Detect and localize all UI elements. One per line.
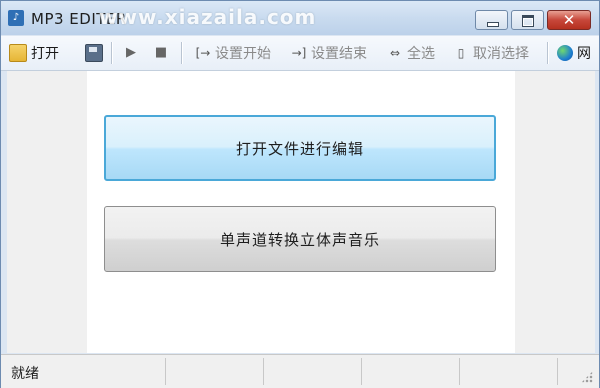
set-start-button[interactable]: [→ 设置开始 bbox=[195, 40, 271, 66]
stop-icon: ■ bbox=[154, 45, 168, 60]
music-note-icon: ♪ bbox=[8, 10, 24, 26]
select-all-icon: ⇔ bbox=[389, 46, 401, 60]
status-bar: 就绪 bbox=[1, 354, 599, 388]
cancel-select-label: 取消选择 bbox=[473, 46, 529, 62]
toolbar: 打开 ▶ ■ [→ 设置开始 →] 设置结束 ⇔ 全选 ▯ 取消选择 网 bbox=[1, 36, 599, 71]
select-all-button[interactable]: ⇔ 全选 bbox=[387, 40, 435, 66]
client-area: 打开文件进行编辑 单声道转换立体声音乐 bbox=[7, 71, 595, 353]
globe-icon bbox=[557, 45, 573, 61]
website-label: 网 bbox=[577, 46, 591, 62]
folder-open-icon bbox=[9, 44, 27, 62]
play-button[interactable]: ▶ bbox=[123, 40, 143, 66]
status-divider bbox=[165, 358, 166, 385]
status-divider bbox=[459, 358, 460, 385]
maximize-button[interactable] bbox=[511, 10, 544, 30]
status-text: 就绪 bbox=[11, 366, 39, 382]
play-icon: ▶ bbox=[126, 45, 136, 60]
set-end-label: 设置结束 bbox=[311, 46, 367, 62]
minimize-button[interactable] bbox=[475, 10, 508, 30]
toolbar-separator bbox=[111, 42, 113, 64]
set-end-icon: →] bbox=[291, 46, 307, 60]
set-end-button[interactable]: →] 设置结束 bbox=[291, 40, 367, 66]
save-disk-icon bbox=[85, 44, 103, 62]
toolbar-separator bbox=[547, 42, 549, 64]
open-label: 打开 bbox=[31, 46, 59, 62]
select-all-label: 全选 bbox=[407, 46, 435, 62]
toolbar-separator bbox=[181, 42, 183, 64]
minimize-icon bbox=[487, 22, 499, 27]
mono-to-stereo-button[interactable]: 单声道转换立体声音乐 bbox=[104, 206, 496, 272]
resize-grip[interactable] bbox=[581, 371, 593, 383]
app-window: ♪ MP3 EDITER www.xiazaila.com ✕ 打开 ▶ ■ [… bbox=[0, 0, 600, 388]
cancel-select-icon: ▯ bbox=[457, 46, 465, 60]
close-button[interactable]: ✕ bbox=[547, 10, 591, 30]
watermark: www.xiazaila.com bbox=[99, 5, 317, 29]
save-button[interactable] bbox=[85, 40, 107, 66]
set-start-icon: [→ bbox=[195, 46, 211, 60]
close-icon: ✕ bbox=[562, 11, 576, 29]
open-button[interactable]: 打开 bbox=[9, 40, 59, 66]
maximize-icon bbox=[522, 15, 534, 27]
set-start-label: 设置开始 bbox=[215, 46, 271, 62]
title-bar[interactable]: ♪ MP3 EDITER www.xiazaila.com ✕ bbox=[1, 1, 599, 35]
open-edit-button[interactable]: 打开文件进行编辑 bbox=[104, 115, 496, 181]
website-button[interactable]: 网 bbox=[557, 40, 591, 66]
status-divider bbox=[361, 358, 362, 385]
status-divider bbox=[557, 358, 558, 385]
status-divider bbox=[263, 358, 264, 385]
cancel-select-button[interactable]: ▯ 取消选择 bbox=[453, 40, 529, 66]
stop-button[interactable]: ■ bbox=[153, 40, 173, 66]
